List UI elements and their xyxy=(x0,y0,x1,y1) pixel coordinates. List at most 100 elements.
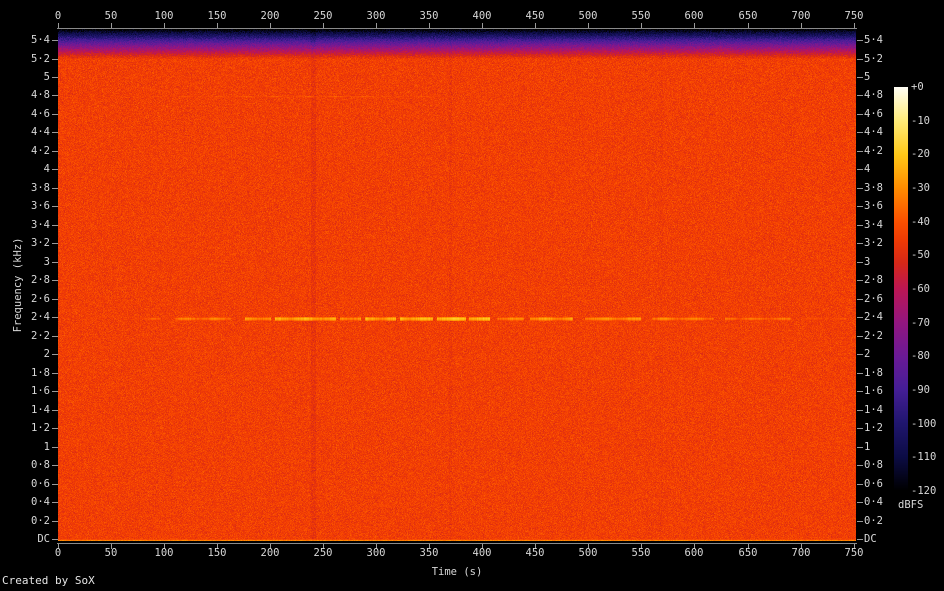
freq-tick-left xyxy=(52,40,58,41)
spectrogram-plot xyxy=(58,29,856,541)
time-tick-label-bottom: 50 xyxy=(91,548,131,559)
freq-tick-label-right: 3 xyxy=(864,257,908,268)
freq-tick-label-right: 4 xyxy=(864,164,908,175)
freq-tick-right xyxy=(857,354,863,355)
freq-tick-label-left: 1·6 xyxy=(6,386,50,397)
freq-tick-left xyxy=(52,336,58,337)
freq-tick-label-right: 2 xyxy=(864,349,908,360)
freq-tick-label-right: 2·2 xyxy=(864,331,908,342)
freq-tick-label-left: 3·4 xyxy=(6,220,50,231)
time-tick-top xyxy=(801,23,802,28)
freq-tick-left xyxy=(52,169,58,170)
freq-tick-left xyxy=(52,151,58,152)
freq-tick-label-left: DC xyxy=(6,534,50,545)
time-tick-top xyxy=(748,23,749,28)
freq-tick-label-left: 2·6 xyxy=(6,294,50,305)
freq-tick-right xyxy=(857,317,863,318)
freq-tick-label-right: 2·8 xyxy=(864,275,908,286)
bottom-axis-line xyxy=(57,543,857,544)
freq-tick-left xyxy=(52,262,58,263)
colorbar-tick-label: -80 xyxy=(911,351,944,362)
freq-tick-label-right: 5·4 xyxy=(864,35,908,46)
freq-tick-left xyxy=(52,373,58,374)
freq-tick-right xyxy=(857,502,863,503)
colorbar-tick-label: +0 xyxy=(911,82,944,93)
freq-tick-right xyxy=(857,40,863,41)
freq-tick-label-left: 4·2 xyxy=(6,146,50,157)
freq-tick-left xyxy=(52,410,58,411)
time-tick-label-bottom: 350 xyxy=(409,548,449,559)
time-tick-top xyxy=(111,23,112,28)
freq-tick-right xyxy=(857,299,863,300)
freq-tick-right xyxy=(857,484,863,485)
freq-tick-label-left: 1·2 xyxy=(6,423,50,434)
time-tick-top xyxy=(429,23,430,28)
time-tick-top xyxy=(482,23,483,28)
x-axis-title: Time (s) xyxy=(432,566,483,578)
freq-tick-label-right: 1·6 xyxy=(864,386,908,397)
colorbar-tick-label: -20 xyxy=(911,149,944,160)
time-tick-label-bottom: 650 xyxy=(728,548,768,559)
freq-tick-label-left: 1 xyxy=(6,442,50,453)
freq-tick-right xyxy=(857,447,863,448)
freq-tick-label-right: 5 xyxy=(864,72,908,83)
time-tick-label-bottom: 300 xyxy=(356,548,396,559)
freq-tick-left xyxy=(52,354,58,355)
colorbar-tick-label: -70 xyxy=(911,318,944,329)
freq-tick-left xyxy=(52,428,58,429)
freq-tick-label-right: 4·4 xyxy=(864,127,908,138)
freq-tick-right xyxy=(857,225,863,226)
freq-tick-label-right: 4·8 xyxy=(864,90,908,101)
freq-tick-left xyxy=(52,317,58,318)
freq-tick-right xyxy=(857,280,863,281)
time-tick-label-bottom: 500 xyxy=(568,548,608,559)
freq-tick-label-right: 1·8 xyxy=(864,368,908,379)
time-tick-label-top: 400 xyxy=(462,11,502,22)
freq-tick-left xyxy=(52,77,58,78)
freq-tick-label-left: 4·4 xyxy=(6,127,50,138)
freq-tick-left xyxy=(52,484,58,485)
freq-tick-right xyxy=(857,59,863,60)
freq-tick-right xyxy=(857,539,863,540)
freq-tick-left xyxy=(52,391,58,392)
colorbar-tick-label: -120 xyxy=(911,486,944,497)
freq-tick-left xyxy=(52,188,58,189)
freq-tick-left xyxy=(52,225,58,226)
freq-tick-right xyxy=(857,428,863,429)
time-tick-top xyxy=(217,23,218,28)
time-tick-label-bottom: 250 xyxy=(303,548,343,559)
colorbar-tick-label: -90 xyxy=(911,385,944,396)
freq-tick-label-left: 5 xyxy=(6,72,50,83)
time-tick-label-top: 350 xyxy=(409,11,449,22)
time-tick-label-bottom: 400 xyxy=(462,548,502,559)
time-tick-label-top: 300 xyxy=(356,11,396,22)
time-tick-top xyxy=(270,23,271,28)
freq-tick-left xyxy=(52,502,58,503)
colorbar-tick-label: -50 xyxy=(911,250,944,261)
freq-tick-left xyxy=(52,521,58,522)
freq-tick-label-right: DC xyxy=(864,534,908,545)
freq-tick-left xyxy=(52,95,58,96)
time-tick-label-bottom: 100 xyxy=(144,548,184,559)
freq-tick-right xyxy=(857,465,863,466)
freq-tick-right xyxy=(857,95,863,96)
freq-tick-label-left: 5·4 xyxy=(6,35,50,46)
spectrogram-window: Frequency (kHz) Time (s) dBFS Created by… xyxy=(0,0,944,591)
freq-tick-label-left: 4·8 xyxy=(6,90,50,101)
time-tick-label-bottom: 150 xyxy=(197,548,237,559)
freq-tick-right xyxy=(857,373,863,374)
freq-tick-left xyxy=(52,243,58,244)
time-tick-label-top: 750 xyxy=(834,11,874,22)
freq-tick-left xyxy=(52,299,58,300)
freq-tick-label-left: 2·2 xyxy=(6,331,50,342)
freq-tick-label-right: 0·4 xyxy=(864,497,908,508)
freq-tick-label-left: 2·4 xyxy=(6,312,50,323)
time-tick-top xyxy=(588,23,589,28)
time-tick-top xyxy=(58,23,59,28)
time-tick-label-bottom: 200 xyxy=(250,548,290,559)
time-tick-label-top: 250 xyxy=(303,11,343,22)
freq-tick-label-left: 5·2 xyxy=(6,54,50,65)
freq-tick-label-right: 3·2 xyxy=(864,238,908,249)
time-tick-top xyxy=(164,23,165,28)
freq-tick-label-left: 0·8 xyxy=(6,460,50,471)
